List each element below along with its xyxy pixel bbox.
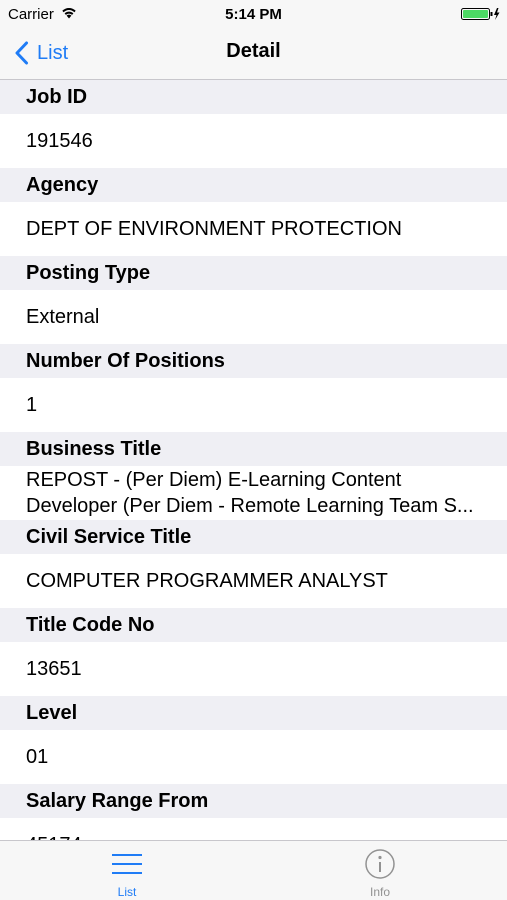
field-value-business-title: REPOST - (Per Diem) E-Learning Content D… [0,466,507,520]
navigation-bar: List Detail [0,28,507,80]
field-value-level: 01 [0,730,507,784]
field-label-level: Level [0,696,507,730]
field-value-title-code-no: 13651 [0,642,507,696]
field-label-posting-type: Posting Type [0,256,507,290]
field-label-business-title: Business Title [0,432,507,466]
page-title: Detail [226,40,281,62]
tab-list[interactable]: List [87,841,167,900]
field-label-title-code-no: Title Code No [0,608,507,642]
business-title-line-2: Developer (Per Diem - Remote Learning Te… [26,495,474,517]
list-icon [112,854,142,874]
field-value-agency: DEPT OF ENVIRONMENT PROTECTION [0,202,507,256]
tab-list-label: List [117,885,137,899]
status-time: 5:14 PM [225,6,282,23]
field-value-job-id: 191546 [0,114,507,168]
battery-icon [461,8,500,20]
field-label-salary-range-from: Salary Range From [0,784,507,818]
field-label-number-of-positions: Number Of Positions [0,344,507,378]
tab-info-label: Info [369,885,390,899]
field-label-agency: Agency [0,168,507,202]
status-bar: Carrier 5:14 PM [0,0,507,28]
field-label-civil-service-title: Civil Service Title [0,520,507,554]
field-value-civil-service-title: COMPUTER PROGRAMMER ANALYST [0,554,507,608]
tab-bar: List Info [0,840,507,900]
field-value-posting-type: External [0,290,507,344]
field-value-salary-range-from: 45174 [0,818,507,840]
info-icon [365,849,395,879]
business-title-line-1: REPOST - (Per Diem) E-Learning Content [26,469,402,491]
tab-info[interactable]: Info [340,841,420,900]
detail-list[interactable]: Job ID 191546 Agency DEPT OF ENVIRONMENT… [0,80,507,840]
field-label-job-id: Job ID [0,80,507,114]
field-value-number-of-positions: 1 [0,378,507,432]
